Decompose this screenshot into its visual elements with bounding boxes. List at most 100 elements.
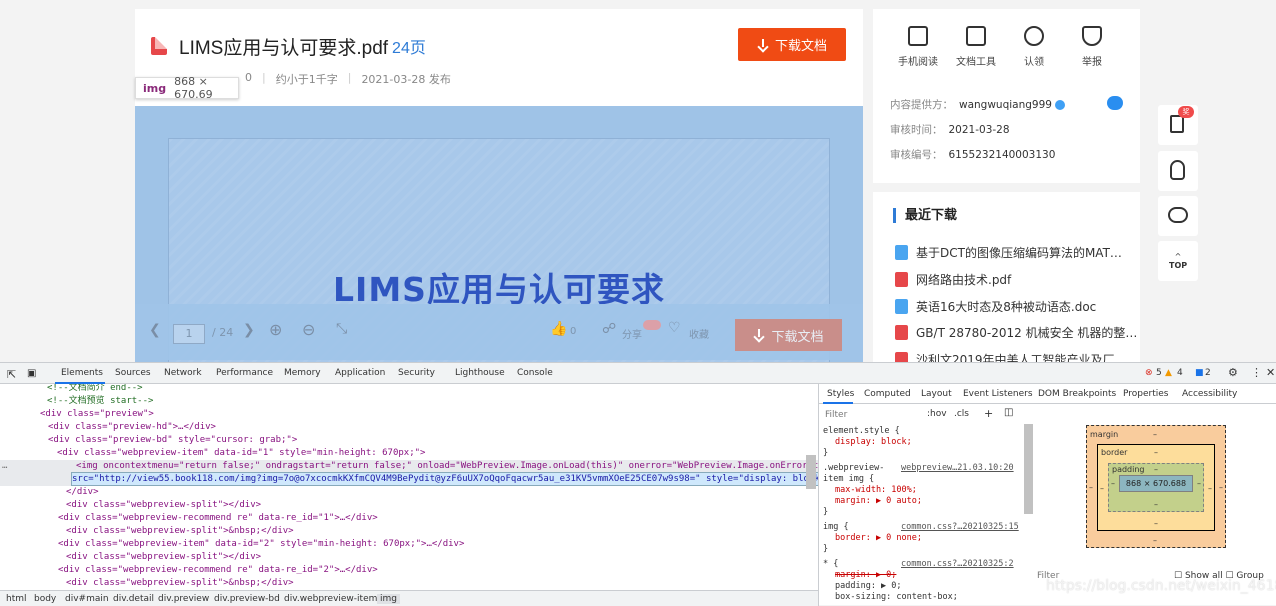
crumb[interactable]: div.preview-bd	[214, 594, 280, 604]
chat-icon[interactable]	[1107, 96, 1123, 110]
zoom-in-icon[interactable]: ⊕	[269, 320, 282, 339]
tab-elements[interactable]: Elements	[61, 368, 103, 378]
recent-item-label[interactable]: 网络路由技术.pdf	[916, 271, 1011, 288]
tool-claim[interactable]: 认领	[1009, 26, 1059, 68]
tab-properties[interactable]: Properties	[1123, 389, 1168, 399]
float-top-button[interactable]: ^ TOP	[1158, 241, 1198, 281]
recent-item[interactable]: 基于DCT的图像压缩编码算法的MAT…	[895, 244, 1122, 261]
tab-accessibility[interactable]: Accessibility	[1182, 389, 1237, 399]
toggle-sidebar-icon[interactable]: ◫	[1004, 407, 1013, 418]
page-count[interactable]: 24页	[392, 34, 426, 58]
more-icon[interactable]: ⋮	[1251, 366, 1262, 379]
rule-property[interactable]: border: ▶ 0 none;	[835, 533, 922, 544]
dom-node[interactable]: </div>	[66, 486, 99, 498]
zoom-out-icon[interactable]: ⊖	[302, 320, 315, 339]
dom-node[interactable]: <div class="webpreview-split">&nbsp;</di…	[66, 577, 294, 589]
recent-item-label[interactable]: 基于DCT的图像压缩编码算法的MAT…	[916, 244, 1122, 261]
recent-item[interactable]: GB/T 28780-2012 机械安全 机器的整…	[895, 324, 1137, 341]
cls-toggle[interactable]: .cls	[954, 409, 969, 419]
tab-sources[interactable]: Sources	[115, 368, 151, 378]
inspect-icon[interactable]: ⇱	[7, 368, 16, 381]
like-icon[interactable]: 👍	[550, 321, 567, 337]
download-button[interactable]: 下载文档	[738, 28, 846, 61]
dom-node-selected[interactable]: <img oncontextmenu="return false;" ondra…	[76, 460, 818, 472]
elements-scrollbar[interactable]	[806, 455, 816, 489]
tab-network[interactable]: Network	[164, 368, 202, 378]
rule-source[interactable]: webpreview…21.03.10:20	[901, 463, 1014, 474]
pager-download-button[interactable]: 下载文档	[735, 319, 842, 351]
recent-item[interactable]: 沙利文2019年中美人工智能产业及厂…	[895, 351, 1127, 362]
dom-comment[interactable]: <!--文档简介 end-->	[47, 384, 143, 394]
dom-node[interactable]: <div class="webpreview-split"></div>	[66, 499, 261, 511]
tab-lighthouse[interactable]: Lighthouse	[455, 368, 505, 378]
page-number-input[interactable]: 1	[173, 324, 205, 344]
add-rule-icon[interactable]: +	[984, 407, 993, 420]
recent-item-label[interactable]: 英语16大时态及8种被动语态.doc	[916, 298, 1096, 315]
settings-icon[interactable]: ⚙	[1228, 366, 1238, 379]
share-label[interactable]: 分享	[622, 326, 642, 341]
crumb[interactable]: div#main	[65, 594, 109, 604]
document-preview[interactable]: LIMS应用与认可要求 ❮ 1 / 24 ❯ ⊕ ⊖ ⤡ 👍 0 ☍ 分享 ♡ …	[135, 106, 863, 362]
tool-report[interactable]: 举报	[1067, 26, 1117, 68]
dom-node-src[interactable]: src="http://view55.book118.com/img?img=7…	[71, 472, 818, 486]
rule-property[interactable]: max-width: 100%;	[835, 485, 917, 496]
float-qq-button[interactable]	[1158, 151, 1198, 191]
dom-comment[interactable]: <!--文档预览 start-->	[47, 395, 153, 407]
device-toggle-icon[interactable]: ▣	[27, 368, 36, 379]
hov-toggle[interactable]: :hov	[927, 409, 947, 419]
rule-property[interactable]: margin: ▶ 0 auto;	[835, 496, 922, 507]
collect-icon[interactable]: ♡	[668, 320, 681, 336]
tab-styles[interactable]: Styles	[827, 389, 854, 399]
tab-computed[interactable]: Computed	[864, 389, 911, 399]
dom-node[interactable]: <div class="webpreview-recommend re" dat…	[58, 512, 378, 524]
warning-count[interactable]: 4	[1177, 368, 1183, 378]
rule-property[interactable]: box-sizing: content-box;	[835, 592, 958, 603]
share-icon[interactable]: ☍	[602, 321, 616, 337]
styles-scrollbar[interactable]	[1024, 424, 1033, 514]
rule-source[interactable]: common.css?…20210325:2	[901, 559, 1014, 570]
error-count[interactable]: 5	[1156, 368, 1162, 378]
tool-mobile-read[interactable]: 手机阅读	[893, 26, 943, 68]
dom-node[interactable]: <div class="preview-hd">…</div>	[48, 421, 216, 433]
rule-property[interactable]: display: block;	[835, 437, 912, 448]
tab-application[interactable]: Application	[335, 368, 385, 378]
dom-node[interactable]: <div class="preview">	[40, 408, 154, 420]
rule-selector[interactable]: * {	[823, 559, 838, 570]
crumb-selected[interactable]: img	[377, 594, 400, 604]
tab-memory[interactable]: Memory	[284, 368, 321, 378]
provider-name[interactable]: wangwuqiang999	[959, 99, 1052, 111]
recent-item[interactable]: 英语16大时态及8种被动语态.doc	[895, 298, 1096, 315]
rule-property-overridden[interactable]: margin: ▶ 0;	[835, 570, 896, 581]
tab-security[interactable]: Security	[398, 368, 435, 378]
recent-item-label[interactable]: GB/T 28780-2012 机械安全 机器的整…	[916, 324, 1137, 341]
prev-page-icon[interactable]: ❮	[149, 322, 161, 338]
crumb[interactable]: div.preview	[158, 594, 209, 604]
dom-node[interactable]: <div class="webpreview-item" data-id="2"…	[58, 538, 464, 550]
float-wechat-button[interactable]	[1158, 196, 1198, 236]
recent-item-label[interactable]: 沙利文2019年中美人工智能产业及厂…	[916, 351, 1127, 362]
elements-tree[interactable]: <!--文档简介 end--> <!--文档预览 start--> <div c…	[0, 384, 818, 590]
rule-selector[interactable]: element.style {	[823, 426, 900, 437]
tab-dom-breakpoints[interactable]: DOM Breakpoints	[1038, 389, 1116, 399]
crumb[interactable]: div.detail	[113, 594, 154, 604]
tab-event-listeners[interactable]: Event Listeners	[963, 389, 1033, 399]
dom-node[interactable]: <div class="webpreview-split"></div>	[66, 551, 261, 563]
crumb[interactable]: html	[6, 594, 27, 604]
dom-node[interactable]: <div class="preview-bd" style="cursor: g…	[48, 434, 297, 446]
collect-label[interactable]: 收藏	[689, 326, 709, 341]
rule-source[interactable]: common.css?…20210325:15	[901, 522, 1019, 533]
message-count[interactable]: 2	[1205, 368, 1211, 378]
tab-console[interactable]: Console	[517, 368, 553, 378]
tab-performance[interactable]: Performance	[216, 368, 273, 378]
recent-item[interactable]: 网络路由技术.pdf	[895, 271, 1011, 288]
next-page-icon[interactable]: ❯	[243, 322, 255, 338]
rule-selector[interactable]: .webpreview-item img {	[823, 463, 901, 485]
dom-node[interactable]: <div class="webpreview-item" data-id="1"…	[57, 447, 425, 459]
rule-property[interactable]: padding: ▶ 0;	[835, 581, 902, 592]
dom-node[interactable]: <div class="webpreview-split">&nbsp;</di…	[66, 525, 294, 537]
dom-node[interactable]: <div class="webpreview-recommend re" dat…	[58, 564, 378, 576]
crumb[interactable]: body	[34, 594, 56, 604]
fullscreen-icon[interactable]: ⤡	[336, 321, 347, 337]
close-icon[interactable]: ✕	[1266, 366, 1275, 379]
rule-selector[interactable]: img {	[823, 522, 849, 533]
